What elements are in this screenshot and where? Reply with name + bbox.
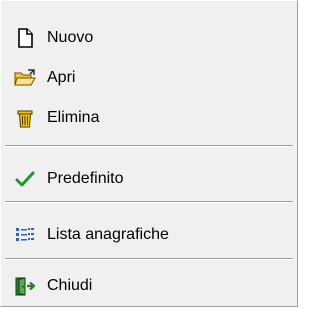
menu-separator [5,258,293,260]
menu-item-label: Nuovo [47,29,94,46]
menu-item-label: Elimina [47,109,100,126]
checkmark-icon [13,167,37,191]
menu-item-nuovo[interactable]: Nuovo [7,21,291,55]
list-icon [13,223,37,247]
menu-separator [5,201,293,203]
new-document-icon [13,26,37,50]
menu-item-lista-anagrafiche[interactable]: Lista anagrafiche [7,218,291,252]
menu-item-elimina[interactable]: Elimina [7,101,291,135]
exit-door-icon [13,274,37,298]
menu-item-chiudi[interactable]: Chiudi [7,269,291,303]
menu-item-apri[interactable]: Apri [7,61,291,95]
trash-icon [13,106,37,130]
menu-item-label: Apri [47,69,76,86]
context-menu: Nuovo Apri Elimina Predefinito Lista ana… [0,0,298,307]
menu-item-label: Lista anagrafiche [47,226,169,243]
menu-item-predefinito[interactable]: Predefinito [7,162,291,196]
menu-item-label: Predefinito [47,170,124,187]
menu-item-label: Chiudi [47,277,93,294]
menu-separator [5,145,293,147]
open-folder-icon [13,66,37,90]
